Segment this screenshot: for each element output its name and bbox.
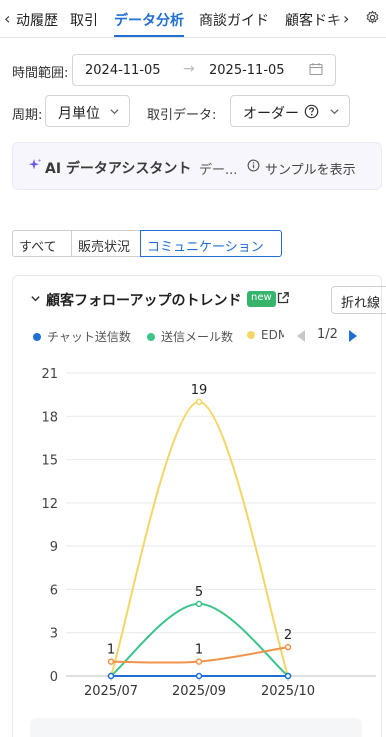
data-label: 5 — [195, 585, 203, 600]
legend-prev-icon[interactable] — [296, 330, 306, 346]
legend-next-icon[interactable] — [348, 330, 358, 346]
x-tick-label: 2025/07 — [84, 684, 138, 699]
show-sample-link[interactable]: サンプルを表示 — [265, 159, 356, 178]
period-value: 月単位 — [58, 106, 100, 122]
y-tick-label: 18 — [41, 410, 58, 425]
bottom-summary-panel — [30, 718, 362, 737]
data-point — [107, 658, 115, 665]
chevron-down-icon — [329, 106, 340, 121]
legend-label: EDM — [261, 328, 284, 342]
trade-data-value: オーダー — [243, 106, 299, 122]
data-label: 19 — [191, 383, 208, 398]
help-icon[interactable] — [304, 104, 319, 123]
period-select[interactable]: 月単位 — [45, 95, 130, 127]
legend-item-email[interactable]: 送信メール数 — [147, 328, 233, 345]
data-point — [284, 672, 292, 680]
time-range-label: 時間範囲: — [12, 66, 69, 81]
data-point — [195, 600, 203, 608]
data-point — [284, 643, 292, 651]
tab-deal-guide[interactable]: 商談ガイド — [199, 10, 269, 30]
y-tick-label: 3 — [50, 627, 58, 642]
x-tick-label: 2025/09 — [172, 684, 226, 699]
x-tick-label: 2025/10 — [261, 684, 315, 699]
gear-icon[interactable] — [365, 10, 380, 29]
end-date[interactable]: 2025-11-05 — [209, 63, 285, 78]
chevron-down-icon — [109, 106, 120, 121]
legend-item-edm[interactable]: EDM — [247, 328, 284, 342]
series-line — [110, 400, 289, 677]
series-line — [110, 602, 289, 677]
y-tick-label: 9 — [50, 540, 58, 555]
scroll-right-icon[interactable]: › — [343, 9, 349, 28]
info-icon — [247, 159, 260, 176]
legend-dot — [33, 333, 41, 341]
data-label: 1 — [107, 643, 115, 658]
calendar-icon[interactable] — [309, 62, 323, 80]
ai-assistant-bar[interactable]: AI データアシスタント デー... サンプルを表示 — [12, 142, 382, 190]
new-badge: new — [247, 291, 276, 307]
sparkle-icon — [28, 158, 42, 176]
external-link-icon[interactable] — [276, 291, 290, 309]
start-date[interactable]: 2024-11-05 — [85, 63, 161, 78]
y-tick-label: 0 — [50, 670, 58, 685]
data-label: 2 — [284, 628, 292, 643]
y-tick-label: 12 — [41, 497, 58, 512]
tab-activity-history[interactable]: 动履歴 — [16, 10, 58, 30]
segment-sales-status[interactable]: 販売状況 — [71, 230, 141, 257]
arrow-right-icon: → — [183, 61, 195, 77]
data-label: 1 — [195, 643, 203, 658]
segment-communication[interactable]: コミュニケーション — [140, 230, 282, 257]
legend-label: 送信メール数 — [161, 330, 234, 344]
y-tick-label: 6 — [50, 583, 58, 598]
data-point — [107, 672, 115, 680]
tab-trades[interactable]: 取引 — [70, 10, 98, 30]
ai-assistant-desc: デー... — [199, 163, 238, 178]
legend-dot — [247, 331, 255, 339]
period-label: 周期: — [12, 108, 43, 123]
legend-item-chat[interactable]: チャット送信数 — [33, 328, 131, 345]
date-range-picker[interactable]: 2024-11-05 → 2025-11-05 — [72, 54, 336, 86]
data-point — [195, 658, 203, 665]
scroll-left-icon[interactable]: ‹ — [4, 9, 10, 28]
active-tab-indicator — [114, 35, 184, 37]
data-point — [195, 398, 203, 406]
y-tick-label: 21 — [41, 367, 58, 382]
legend-label: チャット送信数 — [47, 330, 131, 344]
segment-all[interactable]: すべて — [12, 230, 72, 257]
tab-data-analysis[interactable]: データ分析 — [114, 10, 184, 30]
legend-page: 1/2 — [317, 327, 338, 342]
data-point — [195, 672, 203, 680]
ai-assistant-title: AI データアシスタント — [45, 161, 192, 177]
chart-type-button[interactable]: 折れ線 — [331, 286, 386, 314]
trend-line-chart: 0369121518212025/07 2025/09 2025/101951 12 — [41, 367, 376, 699]
legend-dot — [147, 333, 155, 341]
trade-data-label: 取引データ: — [147, 108, 217, 123]
top-tab-bar: ‹ 动履歴 取引 データ分析 商談ガイド 顧客ドキ › — [0, 0, 386, 38]
trade-data-select[interactable]: オーダー — [230, 95, 350, 127]
y-tick-label: 15 — [41, 454, 58, 469]
card-title: 顧客フォローアップのトレンド — [46, 293, 242, 309]
chevron-down-icon[interactable] — [30, 293, 41, 308]
